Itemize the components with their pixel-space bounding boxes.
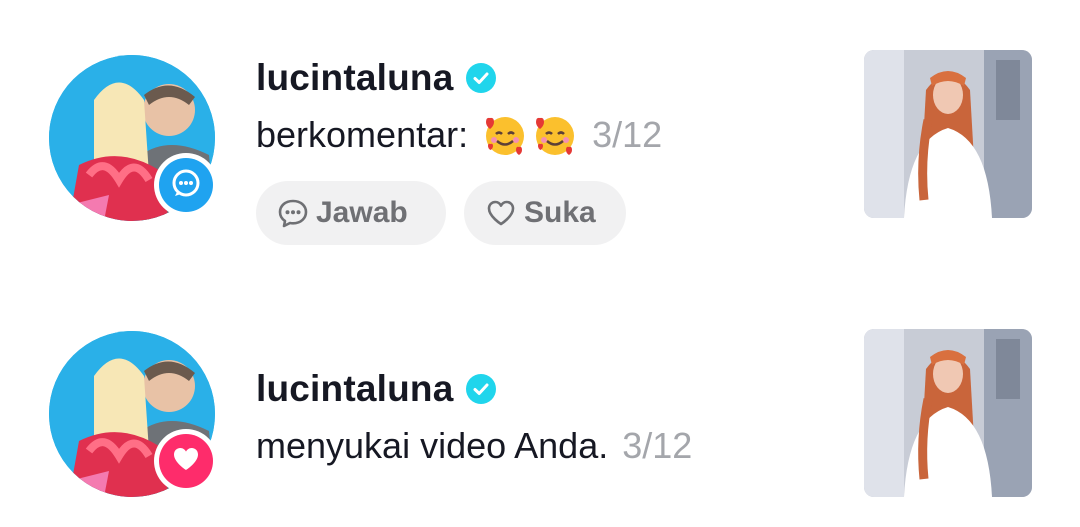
username[interactable]: lucintaluna bbox=[256, 368, 454, 410]
smiling-face-with-hearts-icon bbox=[532, 112, 578, 158]
notification-content: lucintaluna menyukai video Anda. 3/12 bbox=[256, 367, 692, 469]
notification-date: 3/12 bbox=[592, 114, 663, 155]
like-comment-button[interactable]: Suka bbox=[464, 181, 626, 245]
notification-message: berkomentar: bbox=[256, 114, 469, 155]
like-badge bbox=[154, 429, 218, 493]
avatar-container[interactable] bbox=[49, 55, 218, 221]
reply-button[interactable]: Jawab bbox=[256, 181, 446, 245]
notification-message: menyukai video Anda. bbox=[256, 425, 609, 466]
notification-date: 3/12 bbox=[622, 425, 693, 466]
notification-like[interactable]: lucintaluna menyukai video Anda. 3/12 bbox=[0, 280, 1080, 527]
smiling-face-with-hearts-icon bbox=[482, 112, 528, 158]
heart-icon bbox=[171, 444, 201, 479]
notification-content: lucintaluna berkomentar: 3/12 Jawab Suka bbox=[256, 56, 662, 245]
heart-outline-icon bbox=[484, 196, 518, 230]
comment-bubble-icon bbox=[276, 196, 310, 230]
comment-actions: Jawab Suka bbox=[256, 181, 662, 245]
username[interactable]: lucintaluna bbox=[256, 57, 454, 99]
comment-badge bbox=[154, 153, 218, 217]
video-thumbnail[interactable] bbox=[864, 329, 1032, 497]
avatar-container[interactable] bbox=[49, 331, 218, 497]
reply-button-label: Jawab bbox=[316, 196, 408, 229]
verified-badge-icon bbox=[465, 374, 496, 404]
notification-comment[interactable]: lucintaluna berkomentar: 3/12 Jawab Suka bbox=[0, 0, 1080, 280]
comment-icon bbox=[171, 168, 201, 203]
video-thumbnail[interactable] bbox=[864, 50, 1032, 218]
like-button-label: Suka bbox=[524, 196, 596, 229]
verified-badge-icon bbox=[465, 63, 496, 93]
